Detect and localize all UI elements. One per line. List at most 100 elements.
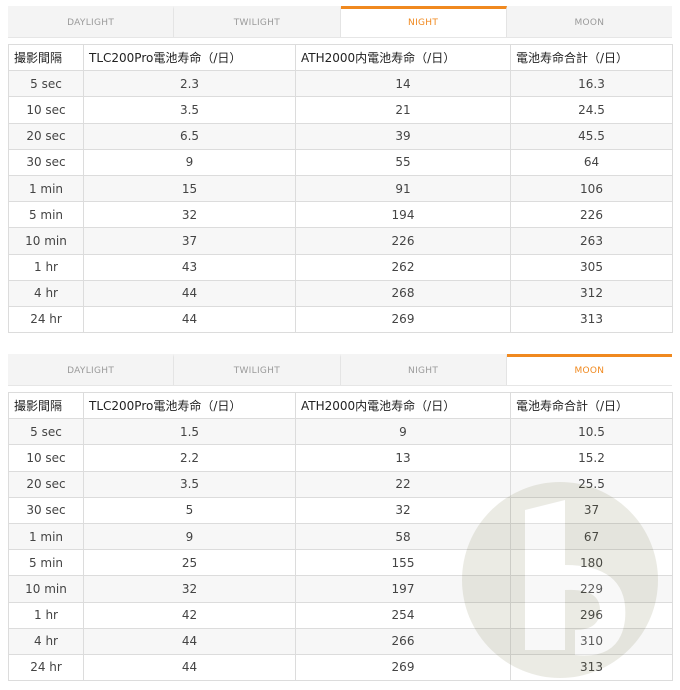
battery-life-table: 撮影間隔 TLC200Pro電池寿命（/日） ATH2000内電池寿命（/日） … — [8, 391, 673, 682]
interval-cell: 30 sec — [8, 496, 84, 524]
ath2000-value: 55 — [295, 148, 511, 176]
table-row: 1 hr 42 254 296 — [8, 601, 673, 629]
interval-cell: 5 sec — [8, 70, 84, 98]
table-row: 5 sec 2.3 14 16.3 — [8, 70, 673, 98]
table-row: 4 hr 44 266 310 — [8, 627, 673, 655]
ath2000-value: 32 — [295, 496, 511, 524]
tab-daylight[interactable]: DAYLIGHT — [8, 354, 175, 385]
interval-cell: 20 sec — [8, 122, 84, 150]
interval-cell: 20 sec — [8, 470, 84, 498]
header-interval: 撮影間隔 — [8, 43, 84, 72]
ath2000-value: 14 — [295, 70, 511, 98]
tlc200pro-value: 5 — [83, 496, 296, 524]
tlc200pro-value: 42 — [83, 601, 296, 629]
interval-cell: 5 min — [8, 201, 84, 229]
total-value: 229 — [510, 575, 673, 603]
tlc200pro-value: 2.3 — [83, 70, 296, 98]
table-row: 5 min 32 194 226 — [8, 201, 673, 229]
ath2000-value: 21 — [295, 96, 511, 124]
ath2000-value: 254 — [295, 601, 511, 629]
tab-twilight[interactable]: TWILIGHT — [174, 6, 341, 37]
tlc200pro-value: 44 — [83, 279, 296, 307]
interval-cell: 1 min — [8, 174, 84, 203]
header-ath2000: ATH2000内電池寿命（/日） — [295, 391, 511, 420]
interval-cell: 10 sec — [8, 444, 84, 472]
total-value: 305 — [510, 253, 673, 281]
table-row: 1 hr 43 262 305 — [8, 253, 673, 281]
interval-cell: 10 sec — [8, 96, 84, 124]
tlc200pro-value: 3.5 — [83, 470, 296, 498]
tlc200pro-value: 15 — [83, 174, 296, 203]
header-total: 電池寿命合計（/日） — [510, 43, 673, 72]
moon-battery-section: DAYLIGHT TWILIGHT NIGHT MOON 撮影間隔 TLC200… — [8, 354, 673, 682]
ath2000-value: 9 — [295, 418, 511, 446]
total-value: 24.5 — [510, 96, 673, 124]
table-row: 5 min 25 155 180 — [8, 549, 673, 577]
total-value: 312 — [510, 279, 673, 307]
total-value: 263 — [510, 227, 673, 255]
ath2000-value: 91 — [295, 174, 511, 203]
table-row: 4 hr 44 268 312 — [8, 279, 673, 307]
table-row: 1 min 15 91 106 — [8, 174, 673, 203]
tlc200pro-value: 9 — [83, 522, 296, 551]
interval-cell: 10 min — [8, 575, 84, 603]
table-row: 24 hr 44 269 313 — [8, 305, 673, 334]
tlc200pro-value: 44 — [83, 627, 296, 655]
tlc200pro-value: 25 — [83, 549, 296, 577]
tlc200pro-value: 32 — [83, 575, 296, 603]
tlc200pro-value: 6.5 — [83, 122, 296, 150]
tlc200pro-value: 37 — [83, 227, 296, 255]
ath2000-value: 269 — [295, 305, 511, 334]
table-header-row: 撮影間隔 TLC200Pro電池寿命（/日） ATH2000内電池寿命（/日） … — [8, 43, 673, 72]
header-tlc200pro: TLC200Pro電池寿命（/日） — [83, 43, 296, 72]
total-value: 16.3 — [510, 70, 673, 98]
table-row: 10 min 37 226 263 — [8, 227, 673, 255]
tlc200pro-value: 44 — [83, 653, 296, 682]
mode-tab-bar: DAYLIGHT TWILIGHT NIGHT MOON — [8, 6, 672, 38]
total-value: 67 — [510, 522, 673, 551]
total-value: 226 — [510, 201, 673, 229]
table-row: 30 sec 5 32 37 — [8, 496, 673, 524]
tab-daylight[interactable]: DAYLIGHT — [8, 6, 175, 37]
ath2000-value: 268 — [295, 279, 511, 307]
table-row: 20 sec 3.5 22 25.5 — [8, 470, 673, 498]
tab-twilight[interactable]: TWILIGHT — [174, 354, 341, 385]
total-value: 64 — [510, 148, 673, 176]
interval-cell: 24 hr — [8, 653, 84, 682]
night-battery-section: DAYLIGHT TWILIGHT NIGHT MOON 撮影間隔 TLC200… — [8, 6, 673, 334]
tlc200pro-value: 1.5 — [83, 418, 296, 446]
total-value: 45.5 — [510, 122, 673, 150]
table-header-row: 撮影間隔 TLC200Pro電池寿命（/日） ATH2000内電池寿命（/日） … — [8, 391, 673, 420]
ath2000-value: 13 — [295, 444, 511, 472]
interval-cell: 5 min — [8, 549, 84, 577]
table-row: 10 min 32 197 229 — [8, 575, 673, 603]
total-value: 37 — [510, 496, 673, 524]
interval-cell: 30 sec — [8, 148, 84, 176]
ath2000-value: 266 — [295, 627, 511, 655]
ath2000-value: 22 — [295, 470, 511, 498]
tab-night[interactable]: NIGHT — [340, 6, 507, 37]
total-value: 313 — [510, 305, 673, 334]
total-value: 25.5 — [510, 470, 673, 498]
tlc200pro-value: 44 — [83, 305, 296, 334]
total-value: 10.5 — [510, 418, 673, 446]
total-value: 106 — [510, 174, 673, 203]
header-interval: 撮影間隔 — [8, 391, 84, 420]
tlc200pro-value: 3.5 — [83, 96, 296, 124]
tab-moon[interactable]: MOON — [506, 354, 672, 385]
tab-night[interactable]: NIGHT — [341, 354, 507, 385]
table-row: 24 hr 44 269 313 — [8, 653, 673, 682]
ath2000-value: 58 — [295, 522, 511, 551]
table-row: 1 min 9 58 67 — [8, 522, 673, 551]
tlc200pro-value: 43 — [83, 253, 296, 281]
interval-cell: 1 hr — [8, 601, 84, 629]
interval-cell: 24 hr — [8, 305, 84, 334]
tab-moon[interactable]: MOON — [507, 6, 672, 37]
interval-cell: 1 min — [8, 522, 84, 551]
tlc200pro-value: 2.2 — [83, 444, 296, 472]
interval-cell: 10 min — [8, 227, 84, 255]
total-value: 313 — [510, 653, 673, 682]
total-value: 180 — [510, 549, 673, 577]
header-ath2000: ATH2000内電池寿命（/日） — [295, 43, 511, 72]
table-row: 5 sec 1.5 9 10.5 — [8, 418, 673, 446]
